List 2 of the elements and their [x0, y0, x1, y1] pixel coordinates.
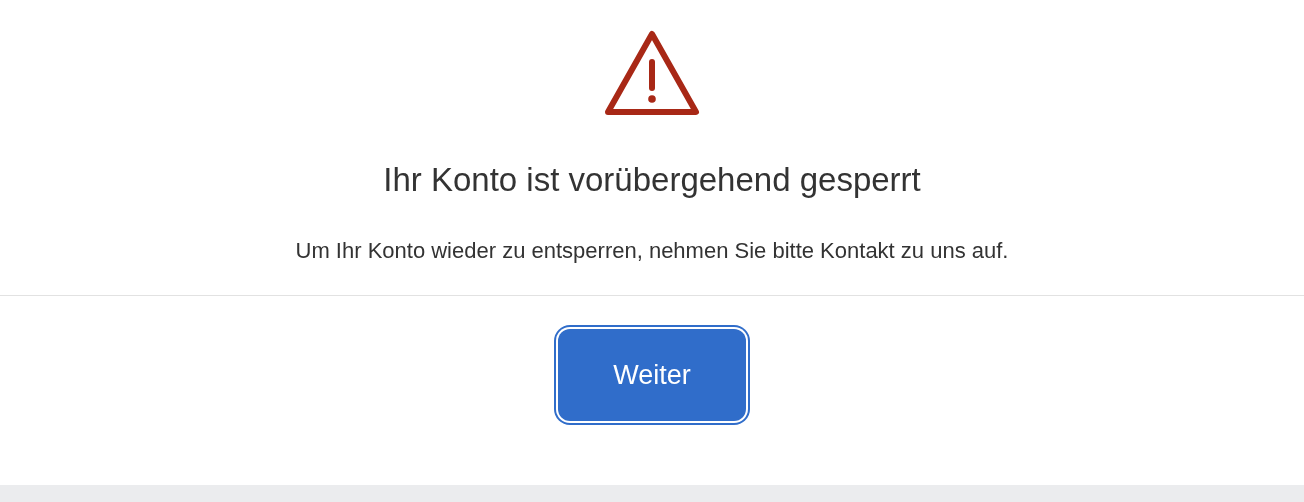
dialog-title: Ihr Konto ist vorübergehend gesperrt — [383, 160, 921, 200]
dialog-message: Um Ihr Konto wieder zu entsperren, nehmen Sie bitte Kontakt zu uns auf. — [295, 237, 1009, 265]
